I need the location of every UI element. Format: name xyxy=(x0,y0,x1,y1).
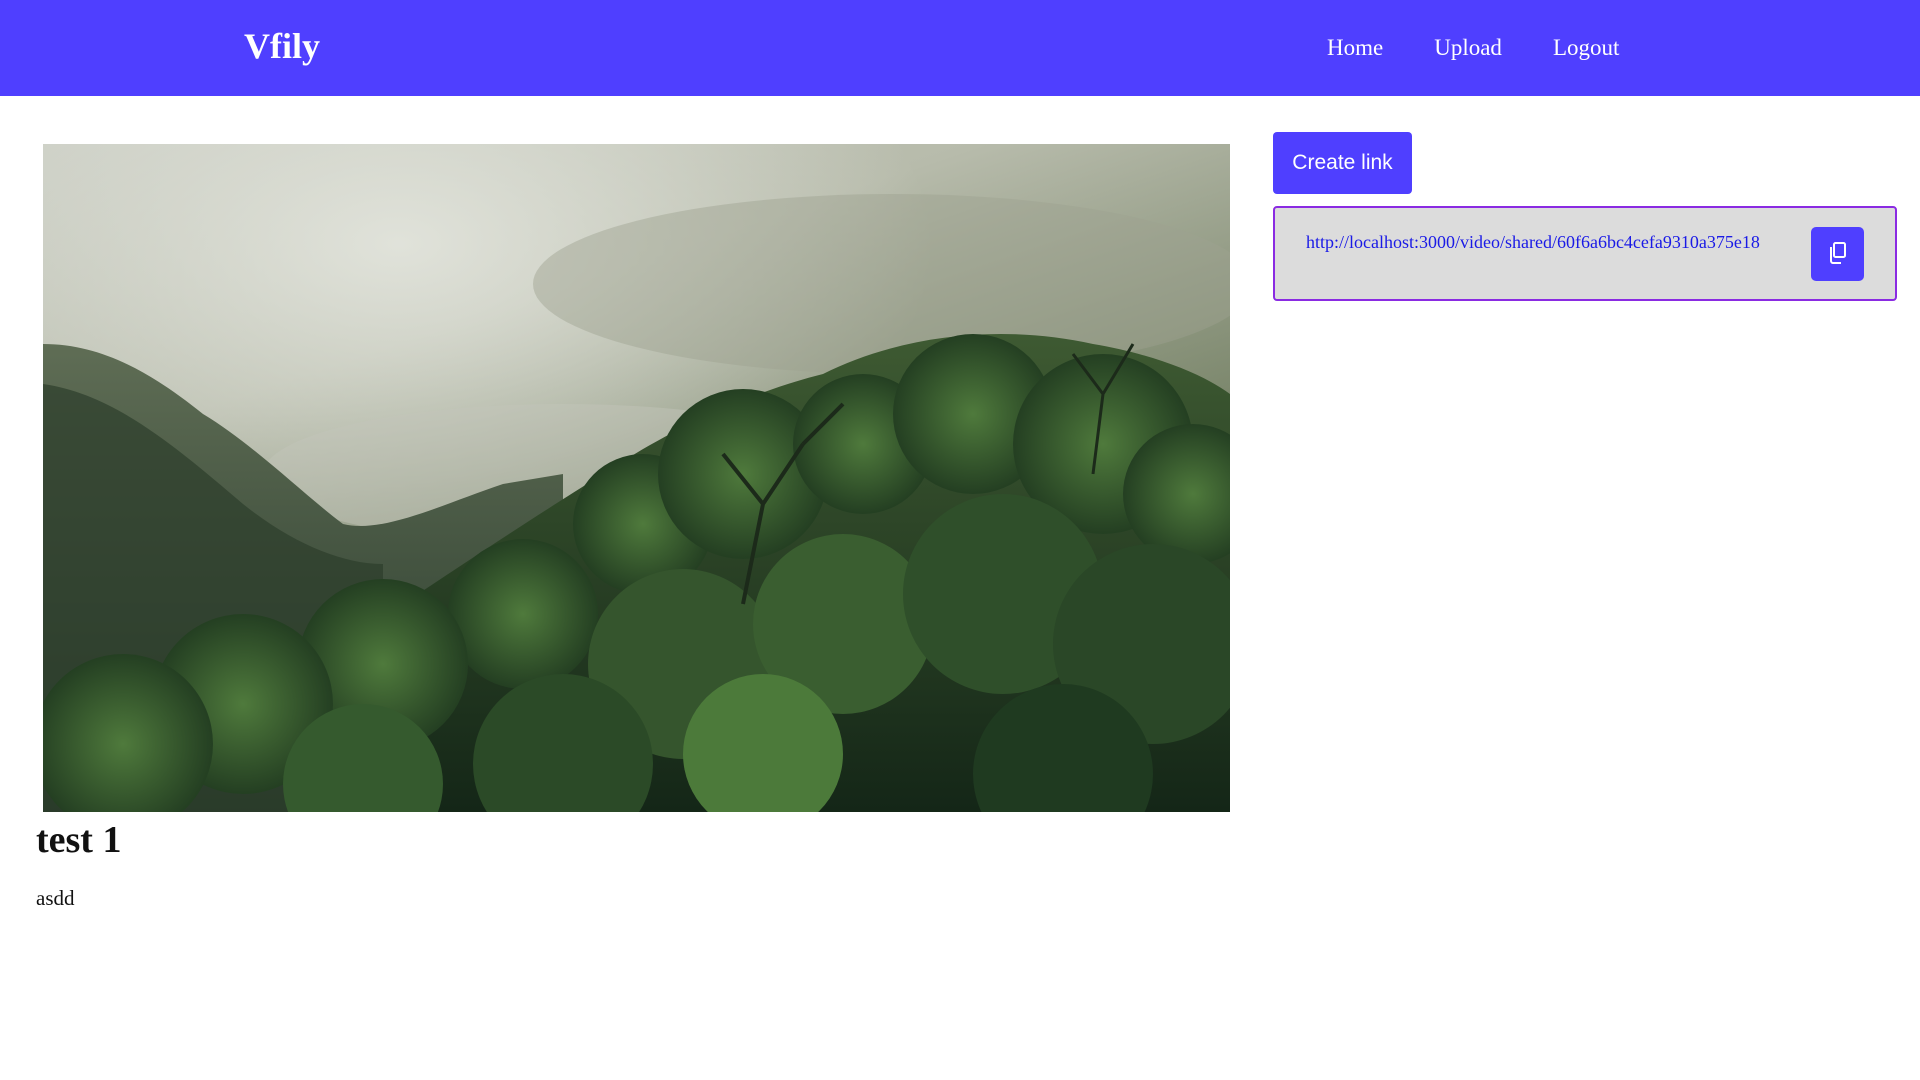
nav-link-upload[interactable]: Upload xyxy=(1434,30,1502,66)
brand-logo[interactable]: Vfily xyxy=(244,22,320,70)
nav-link-home[interactable]: Home xyxy=(1327,30,1383,66)
create-link-button[interactable]: Create link xyxy=(1273,132,1412,194)
copy-link-button[interactable] xyxy=(1811,227,1864,281)
video-player[interactable] xyxy=(43,144,1230,812)
video-description: asdd xyxy=(36,886,75,910)
nav-links: Home Upload Logout xyxy=(1327,30,1670,66)
video-frame-forest xyxy=(43,144,1230,812)
share-link-url[interactable]: http://localhost:3000/video/shared/60f6a… xyxy=(1306,231,1762,253)
video-title: test 1 xyxy=(36,819,122,861)
share-link-box: http://localhost:3000/video/shared/60f6a… xyxy=(1273,206,1897,301)
navbar: Vfily Home Upload Logout xyxy=(0,0,1920,96)
nav-link-logout[interactable]: Logout xyxy=(1553,30,1619,66)
copy-icon xyxy=(1828,241,1848,267)
